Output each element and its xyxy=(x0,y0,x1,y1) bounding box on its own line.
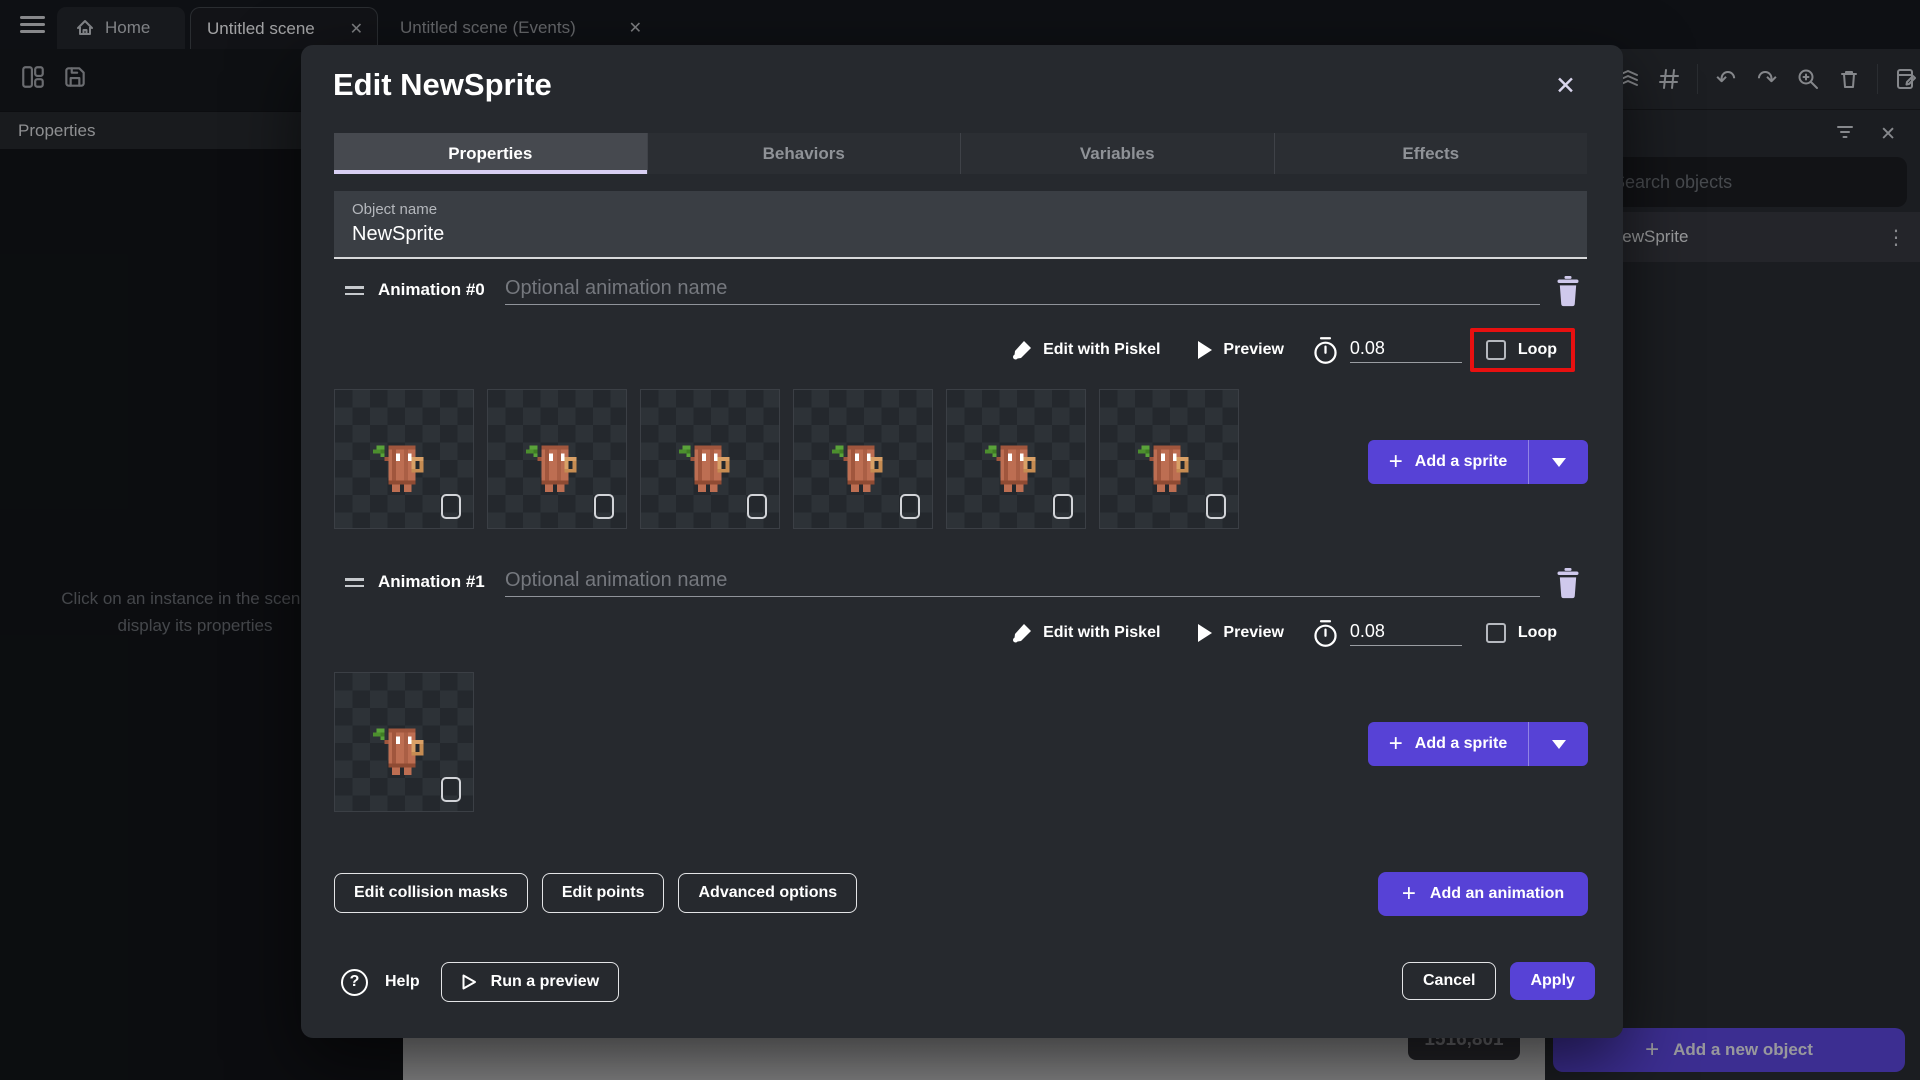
sprite-frame[interactable] xyxy=(640,389,780,529)
sprite-frame[interactable] xyxy=(487,389,627,529)
run-preview-label: Run a preview xyxy=(490,973,600,990)
drag-handle-icon[interactable] xyxy=(345,286,364,299)
loop-label: Loop xyxy=(1517,624,1557,641)
add-sprite-button[interactable]: + Add a sprite xyxy=(1368,722,1588,766)
dialog-tabs: Properties Behaviors Variables Effects xyxy=(334,133,1587,174)
timer-icon xyxy=(1314,619,1337,647)
plus-icon: + xyxy=(1401,880,1416,907)
help-label[interactable]: Help xyxy=(385,973,420,991)
plus-icon: + xyxy=(1388,448,1403,475)
add-sprite-label: Add a sprite xyxy=(1414,735,1508,752)
sprite-frame[interactable] xyxy=(334,672,474,812)
sprite-frame[interactable] xyxy=(793,389,933,529)
loop-checkbox[interactable] xyxy=(1485,623,1506,643)
tab-effects[interactable]: Effects xyxy=(1273,133,1587,174)
edit-collision-masks-button[interactable]: Edit collision masks xyxy=(334,873,528,913)
dialog-title: Edit NewSprite xyxy=(333,67,552,102)
animation-0-header: Animation #0 xyxy=(334,273,1590,309)
add-animation-label: Add an animation xyxy=(1429,885,1565,902)
tab-behaviors[interactable]: Behaviors xyxy=(646,133,960,174)
loop-label: Loop xyxy=(1517,341,1557,358)
dialog-help-row: ? Help Run a preview xyxy=(341,960,620,1004)
pixel-sprite xyxy=(678,445,730,493)
object-name-field[interactable]: Object name NewSprite xyxy=(334,191,1587,259)
animation-name-input[interactable] xyxy=(505,565,1540,597)
preview-button[interactable]: Preview xyxy=(1223,624,1283,642)
help-icon[interactable]: ? xyxy=(341,968,368,996)
loop-checkbox[interactable] xyxy=(1485,340,1506,360)
play-icon xyxy=(1198,624,1213,642)
apply-button[interactable]: Apply xyxy=(1510,962,1595,1000)
brush-icon xyxy=(1013,341,1032,360)
sprite-frame[interactable] xyxy=(334,389,474,529)
cancel-button[interactable]: Cancel xyxy=(1402,962,1497,1000)
add-animation-button[interactable]: + Add an animation xyxy=(1378,872,1588,916)
delete-animation-icon[interactable] xyxy=(1554,565,1582,599)
frame-checkbox[interactable] xyxy=(747,494,767,519)
run-preview-button[interactable]: Run a preview xyxy=(440,962,620,1002)
dialog-footer-buttons: Edit collision masks Edit points Advance… xyxy=(334,873,858,913)
pixel-sprite xyxy=(984,445,1036,493)
pixel-sprite xyxy=(831,445,883,493)
edit-with-piskel-button[interactable]: Edit with Piskel xyxy=(1043,624,1160,642)
animation-label: Animation #1 xyxy=(378,572,485,591)
pixel-sprite xyxy=(372,728,424,776)
time-between-frames-input[interactable] xyxy=(1349,337,1462,363)
time-between-frames-input[interactable] xyxy=(1349,620,1462,646)
frame-checkbox[interactable] xyxy=(1053,494,1073,519)
object-name-label: Object name xyxy=(352,201,438,218)
pixel-sprite xyxy=(1137,445,1189,493)
advanced-options-button[interactable]: Advanced options xyxy=(678,873,858,913)
pixel-sprite xyxy=(372,445,424,493)
chevron-down-icon[interactable] xyxy=(1529,722,1588,766)
animation-label: Animation #0 xyxy=(378,280,485,299)
preview-button[interactable]: Preview xyxy=(1223,341,1283,359)
timer-icon xyxy=(1314,336,1337,364)
loop-highlight-box: Loop xyxy=(1469,328,1575,372)
frame-checkbox[interactable] xyxy=(900,494,920,519)
chevron-down-icon[interactable] xyxy=(1529,440,1588,484)
brush-icon xyxy=(1013,624,1032,643)
frame-checkbox[interactable] xyxy=(441,777,461,802)
pixel-sprite xyxy=(525,445,577,493)
dialog-actions: Cancel Apply xyxy=(1402,962,1595,1000)
frame-checkbox[interactable] xyxy=(1206,494,1226,519)
sprite-frame[interactable] xyxy=(1099,389,1239,529)
animation-1-header: Animation #1 xyxy=(334,565,1590,601)
edit-sprite-dialog: Edit NewSprite ✕ Properties Behaviors Va… xyxy=(301,45,1623,1038)
add-sprite-label: Add a sprite xyxy=(1414,453,1508,470)
animation-1-tools: Edit with Piskel Preview Loop xyxy=(301,610,1575,656)
frame-checkbox[interactable] xyxy=(594,494,614,519)
play-outline-icon xyxy=(462,974,476,990)
close-dialog-icon[interactable]: ✕ xyxy=(1555,71,1576,101)
plus-icon: + xyxy=(1388,730,1403,757)
object-name-value[interactable]: NewSprite xyxy=(352,223,444,246)
tab-variables[interactable]: Variables xyxy=(960,133,1274,174)
loop-option: Loop xyxy=(1470,611,1575,655)
animation-0-tools: Edit with Piskel Preview Loop xyxy=(301,327,1575,373)
add-sprite-button[interactable]: + Add a sprite xyxy=(1368,440,1588,484)
frame-checkbox[interactable] xyxy=(441,494,461,519)
tab-properties[interactable]: Properties xyxy=(334,133,647,174)
edit-with-piskel-button[interactable]: Edit with Piskel xyxy=(1043,341,1160,359)
drag-handle-icon[interactable] xyxy=(345,578,364,591)
delete-animation-icon[interactable] xyxy=(1554,273,1582,307)
play-icon xyxy=(1198,341,1213,359)
sprite-frame[interactable] xyxy=(946,389,1086,529)
animation-name-input[interactable] xyxy=(505,273,1540,305)
edit-points-button[interactable]: Edit points xyxy=(541,873,665,913)
